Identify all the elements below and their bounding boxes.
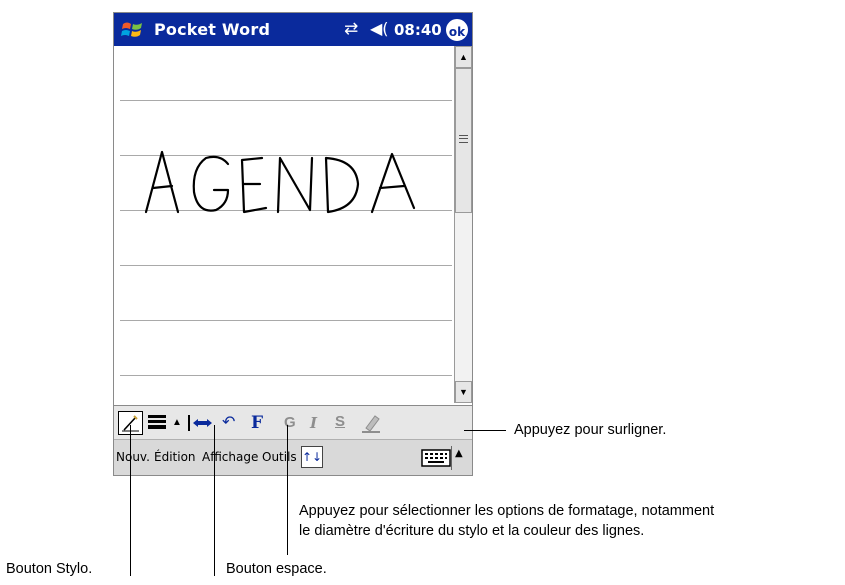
keyboard-icon[interactable] (421, 449, 451, 467)
ruled-line (120, 375, 452, 376)
callout-space: Bouton espace. (226, 561, 327, 577)
pen-toolbar: ▲ ↶ F G I S (114, 405, 472, 439)
callout-format-line2: le diamètre d'écriture du stylo et la co… (299, 523, 645, 539)
divider (451, 446, 452, 470)
line-thickness-button[interactable] (147, 411, 167, 435)
line-thickness-icon (148, 415, 166, 429)
app-title: Pocket Word (154, 20, 271, 39)
format-button[interactable]: F (251, 411, 273, 435)
leader-highlight (464, 430, 506, 431)
leader-format (287, 425, 288, 555)
handwriting-ink (144, 150, 416, 214)
ruled-line (120, 320, 452, 321)
undo-icon[interactable]: ↶ (222, 411, 242, 435)
connectivity-icon[interactable]: ⇄ (344, 19, 358, 39)
ruled-line (120, 265, 452, 266)
title-bar: Pocket Word ⇄ ◀︎( 08:40 ok (114, 13, 472, 46)
menu-bar: Nouv. Édition Affichage Outils ↑↓ ▲ (114, 439, 472, 475)
up-arrow-icon[interactable]: ▲ (172, 411, 182, 435)
sip-up-arrow-icon[interactable]: ▲ (455, 448, 463, 459)
menu-view[interactable]: Affichage (202, 450, 258, 464)
callout-pen: Bouton Stylo. (6, 561, 93, 577)
italic-icon: I (310, 414, 318, 432)
sort-arrows-icon: ↑↓ (302, 450, 323, 464)
scroll-up-button[interactable]: ▲ (455, 46, 472, 68)
bold-icon: G (284, 414, 296, 431)
document-area[interactable] (114, 46, 454, 403)
space-icon (188, 415, 212, 431)
sort-arrows-button[interactable]: ↑↓ (301, 446, 323, 468)
menu-new[interactable]: Nouv. (116, 450, 150, 464)
highlight-button[interactable] (360, 411, 382, 435)
scroll-thumb[interactable] (455, 68, 472, 213)
grip-icon (459, 135, 468, 143)
leader-pen (130, 425, 131, 576)
scroll-down-button[interactable]: ▼ (455, 381, 472, 403)
format-icon: F (251, 413, 264, 433)
menu-tools[interactable]: Outils (262, 450, 297, 464)
menu-edit[interactable]: Édition (154, 450, 196, 464)
ok-button[interactable]: ok (446, 19, 468, 41)
vertical-scrollbar[interactable]: ▲ ▼ (454, 46, 472, 403)
underline-icon: S (335, 413, 346, 430)
ruled-line (120, 100, 452, 101)
italic-button[interactable]: I (310, 411, 328, 435)
callout-highlight: Appuyez pour surligner. (514, 422, 667, 438)
clock[interactable]: 08:40 (394, 21, 442, 39)
callout-format-line1: Appuyez pour sélectionner les options de… (299, 503, 715, 519)
space-button[interactable] (186, 411, 214, 435)
windows-flag-icon[interactable] (120, 18, 146, 42)
pocket-pc-screen: Pocket Word ⇄ ◀︎( 08:40 ok ▲ ▼ ▲ ↶ F G I… (113, 12, 473, 476)
speaker-icon[interactable]: ◀︎( (370, 19, 389, 38)
underline-button[interactable]: S (335, 411, 353, 435)
highlighter-icon (362, 415, 380, 433)
leader-space (214, 425, 215, 576)
